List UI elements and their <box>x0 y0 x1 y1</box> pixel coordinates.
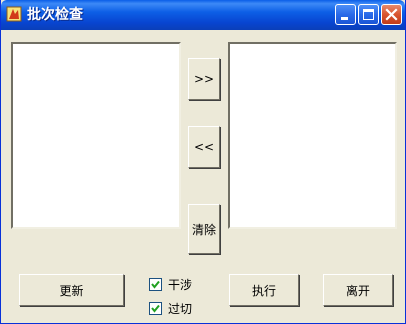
batch-check-window: 批次检查 >> << 清除 更新 干涉 过切 执行 离开 <box>0 0 406 324</box>
add-button[interactable]: >> <box>188 58 220 100</box>
interference-checkbox[interactable] <box>149 278 162 291</box>
title-bar[interactable]: 批次检查 <box>1 0 405 30</box>
check-icon <box>151 304 160 313</box>
interference-label: 干涉 <box>168 278 193 292</box>
execute-button[interactable]: 执行 <box>229 274 299 306</box>
target-list[interactable] <box>228 42 397 229</box>
interference-option[interactable]: 干涉 <box>149 276 192 293</box>
minimize-icon <box>341 17 348 20</box>
app-icon <box>6 6 22 22</box>
source-list[interactable] <box>11 42 181 229</box>
window-title: 批次检查 <box>27 7 83 23</box>
overcut-label: 过切 <box>168 302 193 316</box>
check-icon <box>151 280 160 289</box>
maximize-button[interactable] <box>358 4 379 25</box>
maximize-icon <box>363 9 374 20</box>
overcut-option[interactable]: 过切 <box>149 300 192 317</box>
refresh-button[interactable]: 更新 <box>19 274 124 306</box>
overcut-checkbox[interactable] <box>149 302 162 315</box>
close-button[interactable] <box>381 4 402 25</box>
clear-button[interactable]: 清除 <box>188 204 220 254</box>
dialog-body: >> << 清除 更新 干涉 过切 执行 离开 <box>1 30 405 323</box>
remove-button[interactable]: << <box>188 126 220 168</box>
exit-button[interactable]: 离开 <box>323 274 393 306</box>
close-icon <box>385 8 398 21</box>
minimize-button[interactable] <box>335 4 356 25</box>
